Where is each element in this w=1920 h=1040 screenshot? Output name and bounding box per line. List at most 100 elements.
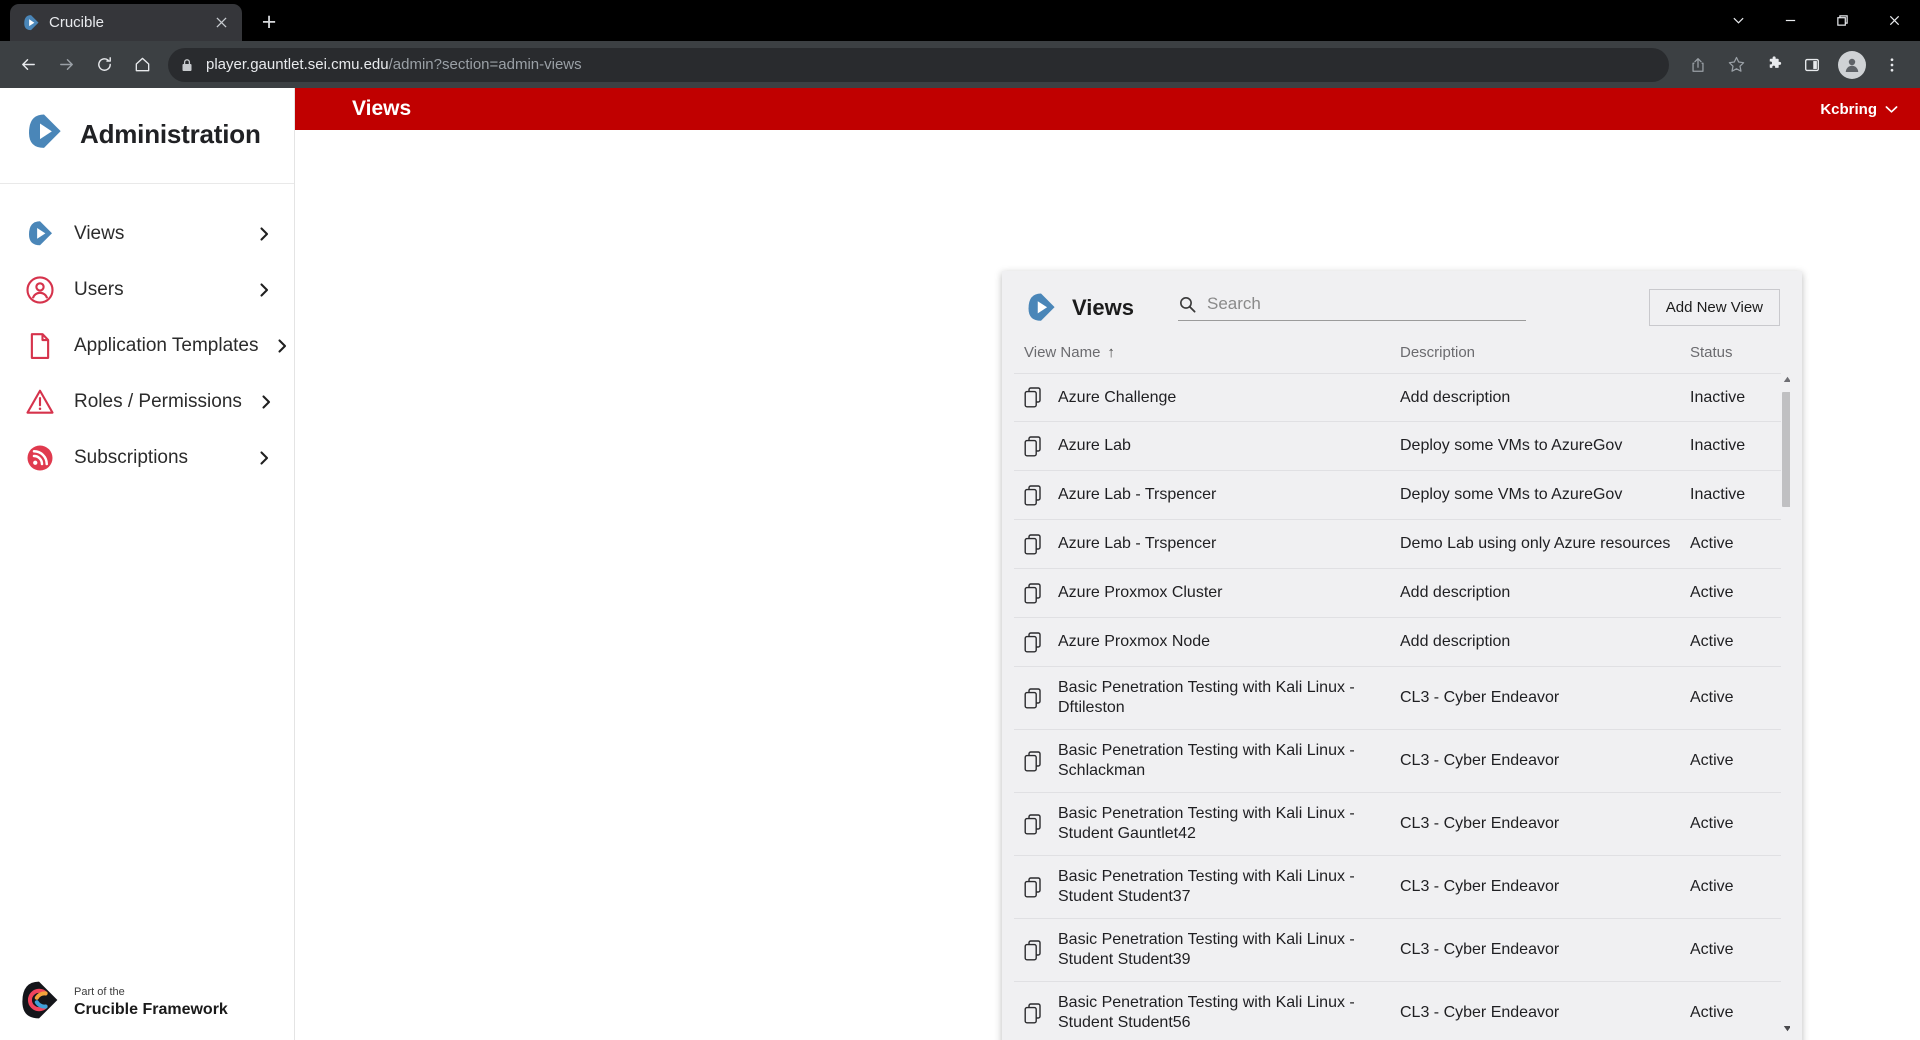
copy-icon[interactable]: [1024, 940, 1044, 961]
table-row[interactable]: Azure LabDeploy some VMs to AzureGovInac…: [1014, 422, 1790, 471]
back-arrow-icon[interactable]: [10, 47, 46, 83]
home-icon[interactable]: [124, 47, 160, 83]
share-icon[interactable]: [1680, 47, 1716, 83]
triangle-down-icon[interactable]: [1783, 1022, 1790, 1035]
table-row[interactable]: Azure Lab - TrspencerDeploy some VMs to …: [1014, 471, 1790, 520]
user-menu[interactable]: Kcbring: [1820, 101, 1898, 118]
row-name-cell[interactable]: Azure Challenge: [1024, 387, 1400, 408]
row-name-cell[interactable]: Basic Penetration Testing with Kali Linu…: [1024, 678, 1400, 718]
table-row[interactable]: Azure ChallengeAdd descriptionInactive: [1014, 373, 1790, 422]
search-input[interactable]: [1207, 294, 1526, 314]
chevron-right-icon: [260, 394, 274, 410]
row-name-cell[interactable]: Azure Proxmox Cluster: [1024, 583, 1400, 604]
table-row[interactable]: Azure Proxmox NodeAdd descriptionActive: [1014, 618, 1790, 667]
view-description: Deploy some VMs to AzureGov: [1400, 486, 1690, 504]
table-row[interactable]: Basic Penetration Testing with Kali Linu…: [1014, 856, 1790, 919]
add-new-view-button[interactable]: Add New View: [1649, 289, 1780, 326]
column-header-view-name[interactable]: View Name ↑: [1024, 344, 1400, 361]
copy-icon[interactable]: [1024, 751, 1044, 772]
browser-tab[interactable]: Crucible: [10, 4, 242, 41]
sidebar-item-views[interactable]: Views: [0, 206, 294, 262]
application-root: Administration Views: [0, 88, 1920, 1040]
row-name-cell[interactable]: Basic Penetration Testing with Kali Linu…: [1024, 930, 1400, 970]
document-icon: [24, 330, 56, 362]
copy-icon[interactable]: [1024, 583, 1044, 604]
views-table: View Name ↑ Description Status Azure Cha…: [1002, 340, 1802, 1040]
crucible-play-icon: [22, 14, 40, 32]
table-row[interactable]: Basic Penetration Testing with Kali Linu…: [1014, 793, 1790, 856]
warning-triangle-icon: [24, 386, 56, 418]
sidebar-item-users[interactable]: Users: [0, 262, 294, 318]
views-panel-title: Views: [1072, 295, 1134, 321]
crucible-play-icon: [24, 112, 64, 157]
status-badge: Inactive: [1690, 486, 1780, 504]
profile-avatar-icon[interactable]: [1838, 51, 1866, 79]
copy-icon[interactable]: [1024, 632, 1044, 653]
copy-icon[interactable]: [1024, 688, 1044, 709]
table-row[interactable]: Basic Penetration Testing with Kali Linu…: [1014, 982, 1790, 1035]
row-name-cell[interactable]: Azure Lab - Trspencer: [1024, 485, 1400, 506]
extensions-puzzle-icon[interactable]: [1756, 47, 1792, 83]
status-badge: Active: [1690, 633, 1780, 651]
row-name-cell[interactable]: Azure Lab - Trspencer: [1024, 534, 1400, 555]
table-scrollbar[interactable]: [1781, 373, 1790, 1035]
column-header-description[interactable]: Description: [1400, 344, 1690, 361]
row-name-cell[interactable]: Basic Penetration Testing with Kali Linu…: [1024, 741, 1400, 781]
chevron-right-icon: [276, 338, 290, 354]
forward-arrow-icon[interactable]: [48, 47, 84, 83]
minimize-button[interactable]: [1764, 0, 1816, 41]
chevron-right-icon: [258, 282, 272, 298]
sidebar-item-application-templates[interactable]: Application Templates: [0, 318, 294, 374]
copy-icon[interactable]: [1024, 387, 1044, 408]
view-description: CL3 - Cyber Endeavor: [1400, 1004, 1690, 1022]
row-name-cell[interactable]: Basic Penetration Testing with Kali Linu…: [1024, 993, 1400, 1033]
copy-icon[interactable]: [1024, 877, 1044, 898]
sidebar-item-roles-permissions[interactable]: Roles / Permissions: [0, 374, 294, 430]
copy-icon[interactable]: [1024, 534, 1044, 555]
close-icon[interactable]: [212, 14, 230, 32]
row-name-cell[interactable]: Azure Lab: [1024, 436, 1400, 457]
scrollbar-thumb[interactable]: [1782, 392, 1790, 507]
page-topbar: Views Kcbring: [295, 88, 1920, 130]
close-window-button[interactable]: [1868, 0, 1920, 41]
view-description: Demo Lab using only Azure resources: [1400, 535, 1690, 553]
sidebar-brand[interactable]: Administration: [0, 88, 294, 184]
reload-icon[interactable]: [86, 47, 122, 83]
sidebar-item-label: Application Templates: [74, 335, 258, 357]
lock-icon: [181, 58, 195, 72]
row-name-cell[interactable]: Basic Penetration Testing with Kali Linu…: [1024, 804, 1400, 844]
chevron-right-icon: [258, 226, 272, 242]
scrollbar-track[interactable]: [1781, 386, 1790, 1022]
table-row[interactable]: Basic Penetration Testing with Kali Linu…: [1014, 919, 1790, 982]
view-name: Azure Proxmox Cluster: [1058, 583, 1223, 603]
side-panel-icon[interactable]: [1794, 47, 1830, 83]
more-vertical-icon[interactable]: [1874, 47, 1910, 83]
table-row[interactable]: Azure Proxmox ClusterAdd descriptionActi…: [1014, 569, 1790, 618]
table-row[interactable]: Basic Penetration Testing with Kali Linu…: [1014, 667, 1790, 730]
copy-icon[interactable]: [1024, 814, 1044, 835]
row-name-cell[interactable]: Basic Penetration Testing with Kali Linu…: [1024, 867, 1400, 907]
sidebar-brand-title: Administration: [80, 119, 261, 150]
sidebar-footer[interactable]: Part of the Crucible Framework: [0, 979, 228, 1026]
column-header-status[interactable]: Status: [1690, 344, 1780, 361]
row-name-cell[interactable]: Azure Proxmox Node: [1024, 632, 1400, 653]
status-badge: Active: [1690, 878, 1780, 896]
triangle-up-icon[interactable]: [1783, 373, 1790, 386]
copy-icon[interactable]: [1024, 1003, 1044, 1024]
copy-icon[interactable]: [1024, 436, 1044, 457]
view-name: Azure Lab - Trspencer: [1058, 534, 1216, 554]
new-tab-button[interactable]: +: [252, 5, 286, 39]
view-name: Basic Penetration Testing with Kali Linu…: [1058, 930, 1400, 970]
status-badge: Active: [1690, 689, 1780, 707]
search-field[interactable]: [1178, 294, 1526, 321]
sidebar-item-subscriptions[interactable]: Subscriptions: [0, 430, 294, 486]
view-name: Azure Challenge: [1058, 388, 1176, 408]
copy-icon[interactable]: [1024, 485, 1044, 506]
tab-search-button[interactable]: [1712, 0, 1764, 41]
sidebar-item-label: Users: [74, 279, 240, 301]
maximize-button[interactable]: [1816, 0, 1868, 41]
table-row[interactable]: Basic Penetration Testing with Kali Linu…: [1014, 730, 1790, 793]
bookmark-star-icon[interactable]: [1718, 47, 1754, 83]
table-row[interactable]: Azure Lab - Trspencer Demo Lab using only…: [1014, 520, 1790, 569]
url-bar[interactable]: player.gauntlet.sei.cmu.edu/admin?sectio…: [168, 48, 1669, 82]
